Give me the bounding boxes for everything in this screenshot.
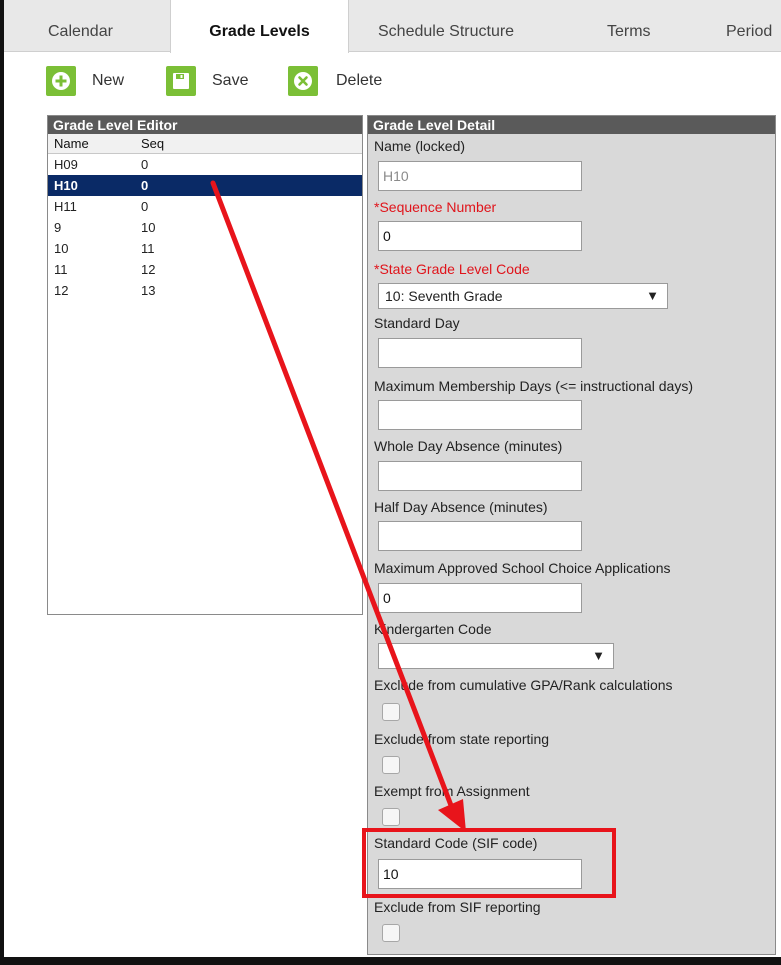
window-frame-bottom xyxy=(0,957,781,965)
annotation-arrow-icon xyxy=(210,180,466,832)
